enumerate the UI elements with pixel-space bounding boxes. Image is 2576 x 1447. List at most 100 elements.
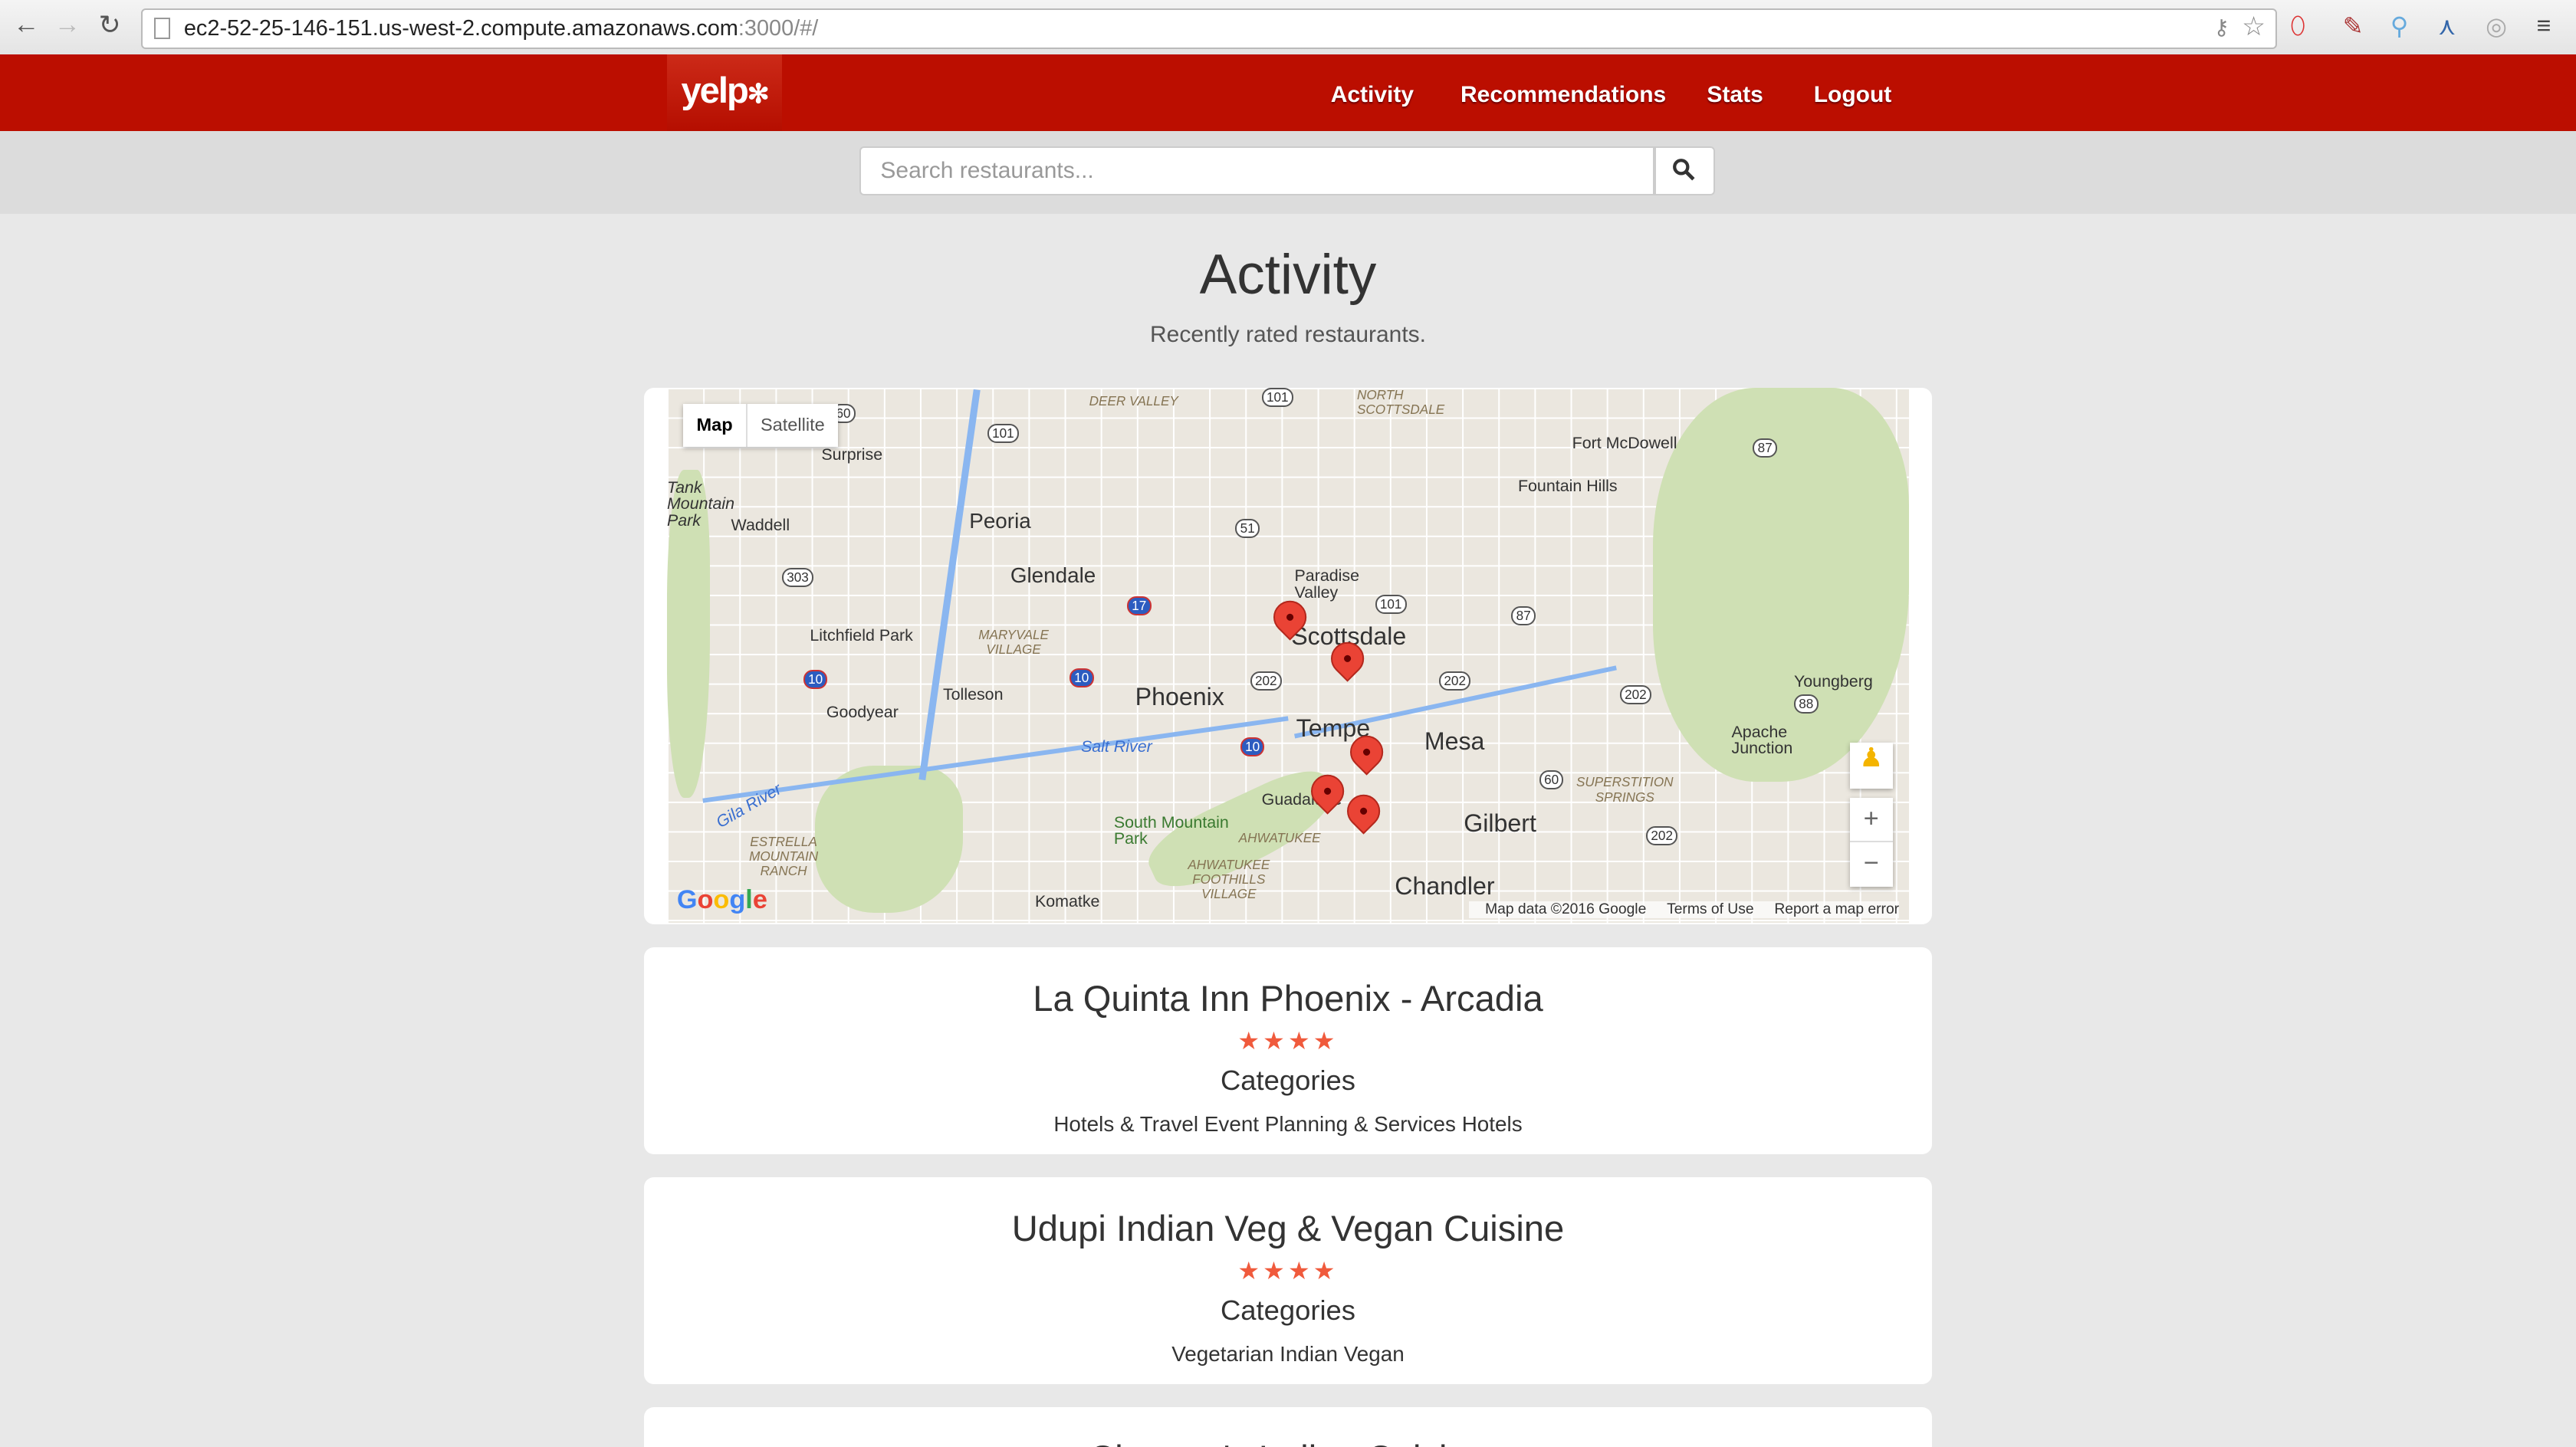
- search-input[interactable]: Search restaurants...: [859, 146, 1654, 195]
- page-title: Activity: [1199, 244, 1377, 307]
- map-label: Goodyear: [826, 703, 899, 722]
- search-extension-icon[interactable]: ⚲: [2390, 11, 2409, 41]
- highway-shield: 101: [1261, 387, 1293, 407]
- map-label: Paradise Valley: [1294, 566, 1360, 602]
- nav-stats[interactable]: Stats: [1707, 82, 1763, 108]
- map-district: DEER VALLEY: [1089, 393, 1178, 409]
- map-attribution: Map data ©2016 Google Terms of Use Repor…: [1468, 901, 1900, 919]
- highway-shield: 202: [1250, 671, 1282, 691]
- map-card: Surprise Peoria Glendale Waddell Litchfi…: [643, 387, 1932, 925]
- highway-shield: 51: [1235, 519, 1260, 539]
- map-label: Fountain Hills: [1517, 476, 1618, 495]
- search-icon: [1673, 158, 1695, 181]
- map-label: Komatke: [1034, 891, 1100, 911]
- map-district: MARYVALE VILLAGE: [978, 626, 1049, 657]
- map-type-control: Map Satellite: [683, 404, 838, 447]
- highway-shield: 10: [1240, 737, 1265, 757]
- reload-icon[interactable]: ↻: [99, 10, 121, 41]
- restaurant-name[interactable]: La Quinta Inn Phoenix - Arcadia: [644, 977, 1932, 1019]
- map-district: AHWATUKEE FOOTHILLS VILLAGE: [1188, 856, 1270, 902]
- map-district: ESTRELLA MOUNTAIN RANCH: [749, 833, 819, 879]
- restaurant-name[interactable]: Udupi Indian Veg & Vegan Cuisine: [644, 1207, 1932, 1249]
- highway-shield: 17: [1126, 596, 1152, 615]
- url-host: ec2-52-25-146-151.us-west-2.compute.amaz…: [183, 16, 738, 41]
- menu-icon[interactable]: ≡: [2537, 11, 2551, 40]
- map-marker[interactable]: [1340, 788, 1387, 835]
- google-logo: Google: [676, 884, 767, 914]
- tool-extension-icon[interactable]: ⋏: [2438, 11, 2456, 41]
- map-label: Chandler: [1395, 871, 1495, 900]
- restaurant-card[interactable]: Chutney's Indian Cuisine: [643, 1407, 1932, 1447]
- restaurant-card[interactable]: La Quinta Inn Phoenix - Arcadia ★★★★ Cat…: [643, 947, 1932, 1155]
- map-label: Salt River: [1080, 737, 1152, 756]
- map-label: Glendale: [1010, 563, 1096, 587]
- url-path: :3000/#/: [738, 16, 819, 41]
- categories-list: Vegetarian Indian Vegan: [1171, 1341, 1405, 1366]
- map-label: Surprise: [821, 445, 883, 464]
- map-district: SUPERSTITION SPRINGS: [1576, 774, 1674, 805]
- restaurant-card[interactable]: Udupi Indian Veg & Vegan Cuisine ★★★★ Ca…: [643, 1177, 1932, 1385]
- map-type-satellite-button[interactable]: Satellite: [748, 404, 838, 447]
- highway-shield: 60: [1539, 769, 1564, 789]
- map-label: Litchfield Park: [810, 625, 913, 645]
- map-label: Apache Junction: [1731, 722, 1793, 758]
- map[interactable]: Surprise Peoria Glendale Waddell Litchfi…: [666, 387, 1909, 924]
- map-district: AHWATUKEE: [1238, 830, 1321, 846]
- map-label: Waddell: [731, 515, 790, 534]
- forward-icon[interactable]: →: [54, 10, 80, 40]
- nav-recommendations[interactable]: Recommendations: [1460, 82, 1666, 108]
- zoom-in-button[interactable]: +: [1849, 798, 1893, 843]
- wow-extension-icon[interactable]: ◎: [2486, 11, 2507, 41]
- bookmark-star-icon[interactable]: ☆: [2242, 11, 2266, 42]
- map-data-credit: Map data ©2016 Google: [1485, 901, 1647, 918]
- highway-shield: 202: [1619, 684, 1651, 704]
- star-rating: ★★★★: [1237, 1256, 1339, 1285]
- terms-of-use-link[interactable]: Terms of Use: [1667, 901, 1753, 917]
- categories-heading: Categories: [1220, 1294, 1355, 1327]
- map-label: Fort McDowell: [1572, 433, 1677, 452]
- zoom-control: + −: [1849, 798, 1893, 888]
- page-icon: [154, 18, 171, 39]
- highway-shield: 202: [1646, 825, 1678, 845]
- map-label: Peoria: [969, 509, 1031, 533]
- zoom-out-button[interactable]: −: [1850, 842, 1893, 885]
- highway-shield: 87: [1511, 605, 1536, 625]
- eyedropper-extension-icon[interactable]: ✎: [2343, 11, 2364, 41]
- site-header: yelp✻ Activity Recommendations Stats Log…: [0, 54, 2576, 132]
- street-view-pegman-icon[interactable]: ♟: [1849, 742, 1893, 789]
- map-label: Gilbert: [1464, 809, 1536, 838]
- highway-shield: 10: [1069, 668, 1094, 688]
- yelp-logo[interactable]: yelp✻: [666, 54, 782, 132]
- page-subtitle: Recently rated restaurants.: [1150, 321, 1426, 347]
- map-label: Youngberg: [1793, 671, 1873, 691]
- burst-icon: ✻: [747, 79, 770, 109]
- highway-shield: 87: [1753, 438, 1778, 458]
- address-bar[interactable]: ec2-52-25-146-151.us-west-2.compute.amaz…: [141, 8, 2277, 49]
- star-rating: ★★★★: [1237, 1026, 1339, 1055]
- highway-shield: 10: [803, 670, 828, 690]
- map-type-map-button[interactable]: Map: [683, 404, 748, 447]
- map-label: South Mountain Park: [1113, 812, 1229, 848]
- map-label: Phoenix: [1135, 683, 1224, 711]
- back-icon[interactable]: ←: [13, 10, 39, 40]
- nav-activity[interactable]: Activity: [1331, 82, 1414, 108]
- highway-shield: 101: [1375, 594, 1407, 614]
- report-map-error-link[interactable]: Report a map error: [1774, 901, 1899, 917]
- highway-shield: 202: [1439, 671, 1471, 691]
- nav-logout[interactable]: Logout: [1814, 82, 1892, 108]
- categories-list: Hotels & Travel Event Planning & Service…: [1053, 1111, 1523, 1136]
- restaurant-name[interactable]: Chutney's Indian Cuisine: [644, 1437, 1932, 1447]
- highway-shield: 303: [781, 568, 814, 588]
- search-bar: Search restaurants...: [0, 131, 2576, 214]
- map-label: Gila River: [712, 779, 785, 832]
- map-label: Tolleson: [942, 684, 1004, 704]
- highway-shield: 101: [987, 423, 1019, 443]
- opera-extension-icon[interactable]: ⬯: [2290, 11, 2305, 41]
- search-button[interactable]: [1654, 146, 1716, 195]
- key-icon[interactable]: ⚷: [2213, 15, 2229, 40]
- browser-toolbar: ← → ↻ ec2-52-25-146-151.us-west-2.comput…: [0, 0, 2576, 56]
- map-district: NORTH SCOTTSDALE: [1356, 387, 1445, 417]
- categories-heading: Categories: [1220, 1065, 1355, 1097]
- highway-shield: 88: [1793, 694, 1819, 714]
- map-label: Mesa: [1424, 727, 1485, 756]
